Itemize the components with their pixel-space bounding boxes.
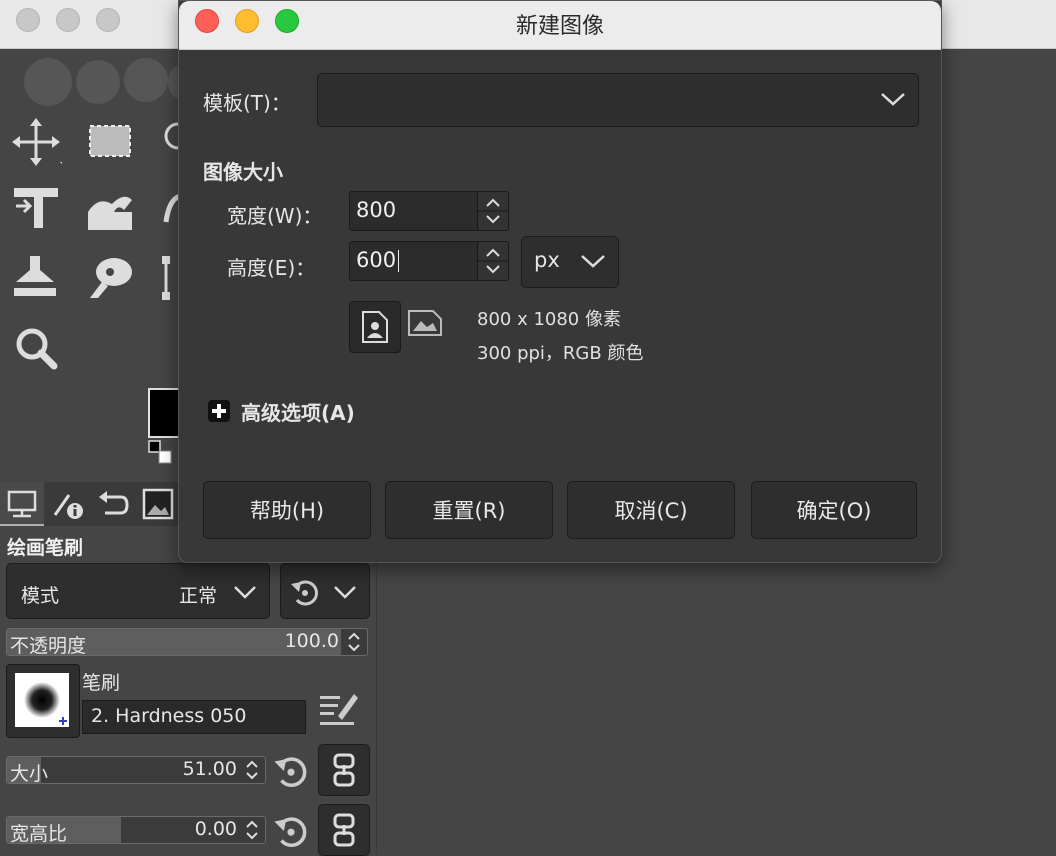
aspect-ratio-spinscale[interactable]: 宽高比 0.00	[6, 816, 266, 844]
rect-select-tool-icon	[89, 125, 131, 157]
aspect-label: 宽高比	[10, 823, 68, 844]
width-label: 宽度(W)：	[227, 204, 323, 228]
smudge-tool-icon	[90, 258, 132, 298]
device-status-icon	[53, 494, 83, 519]
path-tool[interactable]	[158, 252, 178, 304]
reset-icon	[291, 580, 318, 606]
main-close-button[interactable]	[16, 8, 40, 32]
brush-name-field[interactable]: 2. Hardness 050	[82, 700, 306, 734]
unit-combo[interactable]: px	[521, 236, 619, 288]
height-label: 高度(E)：	[227, 256, 316, 280]
main-minimize-button[interactable]	[56, 8, 80, 32]
spin-arrows-icon[interactable]	[341, 629, 367, 655]
warp-tool-icon	[88, 196, 132, 230]
lasso-tool[interactable]	[158, 116, 178, 168]
reset-button[interactable]: 重置(R)	[385, 481, 553, 539]
paint-mode-combo[interactable]: 模式 正常	[6, 563, 270, 619]
image-size-heading: 图像大小	[203, 160, 283, 184]
template-label: 模板(T)：	[203, 91, 291, 115]
rect-select-tool[interactable]	[84, 116, 136, 168]
brush-label: 笔刷	[82, 672, 121, 694]
advanced-options-expander[interactable]: 高级选项(A)	[241, 397, 355, 426]
move-tool-icon	[12, 118, 66, 168]
default-colors-icon[interactable]	[148, 440, 174, 466]
size-spinscale[interactable]: 大小 51.00	[6, 756, 266, 784]
chevron-down-icon	[881, 93, 905, 106]
clone-tool-icon	[14, 256, 56, 296]
tool-options-title: 绘画笔刷	[7, 537, 84, 559]
template-combo[interactable]	[317, 73, 919, 127]
size-value: 51.00	[182, 758, 237, 780]
zoom-tool[interactable]	[10, 322, 62, 374]
size-label: 大小	[10, 763, 49, 784]
tool-options-icon	[7, 490, 37, 518]
chevron-down-icon	[334, 586, 356, 599]
opacity-label: 不透明度	[10, 635, 87, 656]
tab-device-status[interactable]	[46, 482, 90, 526]
reset-size-icon[interactable]	[272, 752, 310, 790]
cancel-button[interactable]: 取消(C)	[567, 481, 735, 539]
undo-history-icon	[99, 491, 129, 515]
landscape-orientation-icon[interactable]	[407, 309, 443, 337]
opacity-spinscale[interactable]: 不透明度 100.0	[6, 628, 368, 656]
mode-value: 正常	[179, 585, 218, 607]
reset-aspect-icon[interactable]	[272, 812, 310, 850]
chain-link-icon	[333, 813, 355, 847]
move-tool[interactable]	[10, 116, 66, 168]
spin-arrows-icon[interactable]	[239, 817, 265, 843]
dimensions-info: 800 x 1080 像素	[477, 309, 621, 330]
unit-value: px	[534, 248, 560, 272]
tab-images[interactable]	[136, 482, 180, 526]
tab-tool-options[interactable]	[0, 482, 44, 526]
opacity-value: 100.0	[284, 630, 339, 652]
spin-arrows-icon	[478, 198, 508, 224]
main-zoom-button[interactable]	[96, 8, 120, 32]
tab-undo-history[interactable]	[90, 482, 134, 526]
brush-shape-icon	[24, 682, 67, 725]
dialog-titlebar: 新建图像	[179, 1, 941, 50]
brush-preview-swatch	[15, 673, 69, 727]
paint-tool-icon	[163, 194, 178, 223]
width-input[interactable]: 800	[349, 191, 509, 231]
aspect-link-button[interactable]	[318, 804, 370, 856]
path-tool-icon	[162, 256, 170, 300]
mode-label: 模式	[21, 585, 60, 607]
smudge-tool[interactable]	[84, 252, 136, 304]
new-image-dialog: 新建图像 模板(T)： 图像大小 宽度(W)： 800 高度(E)： 600 p…	[178, 0, 942, 563]
help-button[interactable]: 帮助(H)	[203, 481, 371, 539]
portrait-icon	[362, 311, 388, 343]
resolution-info: 300 ppi，RGB 颜色	[477, 343, 644, 364]
paint-tool[interactable]	[158, 182, 178, 234]
height-spinner[interactable]	[477, 242, 508, 280]
chevron-down-icon	[581, 255, 605, 268]
portrait-orientation-button[interactable]	[349, 301, 401, 353]
expander-plus-icon[interactable]	[207, 399, 231, 423]
width-spinner[interactable]	[477, 192, 508, 230]
images-icon	[142, 488, 174, 520]
size-link-button[interactable]	[318, 744, 370, 796]
zoom-tool-icon	[16, 328, 58, 370]
brush-preview-button[interactable]	[6, 664, 80, 738]
chevron-down-icon	[234, 586, 256, 599]
spin-arrows-icon[interactable]	[239, 757, 265, 783]
height-input[interactable]: 600	[349, 241, 509, 281]
crop-tool-icon	[14, 188, 58, 228]
aspect-value: 0.00	[194, 818, 237, 840]
spin-arrows-icon	[478, 248, 508, 274]
text-cursor	[398, 250, 399, 272]
crop-tool[interactable]	[10, 182, 62, 234]
width-value: 800	[356, 198, 397, 222]
height-value: 600	[356, 248, 397, 272]
clone-tool[interactable]	[10, 252, 62, 304]
mode-reset-combo[interactable]	[280, 563, 370, 619]
chain-link-icon	[333, 753, 355, 787]
edit-brush-icon[interactable]	[316, 686, 362, 732]
warp-tool[interactable]	[84, 182, 136, 234]
lasso-tool-icon	[164, 122, 178, 150]
dialog-title: 新建图像	[515, 14, 604, 39]
ok-button[interactable]: 确定(O)	[751, 481, 917, 539]
